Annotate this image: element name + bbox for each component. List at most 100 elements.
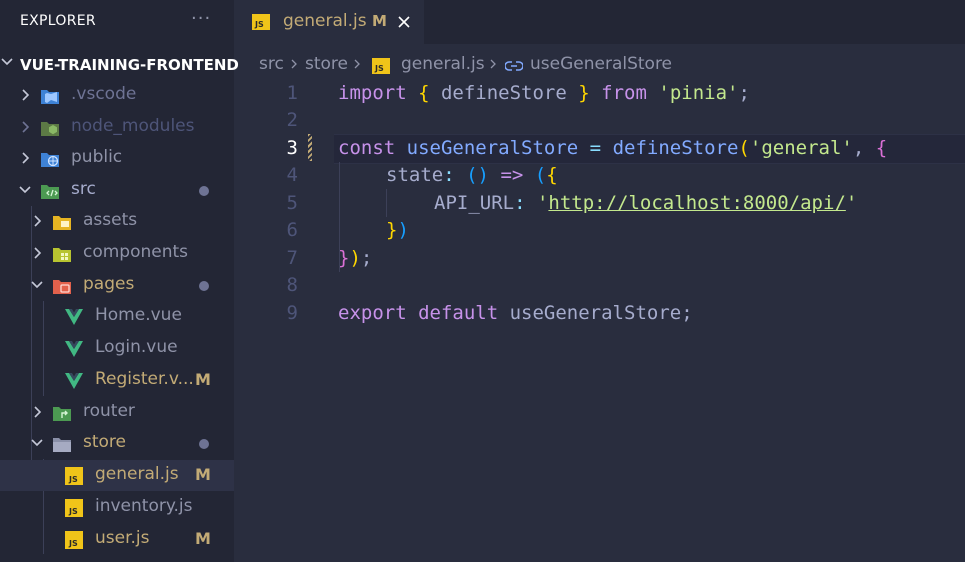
chevron-down-icon: [31, 281, 43, 289]
code-line[interactable]: }): [386, 219, 409, 241]
modified-badge: M: [372, 12, 387, 30]
chevron-down-icon: [19, 186, 31, 194]
line-number: 4: [286, 164, 298, 186]
tree-item-vscode[interactable]: .vscode: [0, 80, 234, 111]
tree-item-label: src: [71, 179, 96, 199]
tree-item-label: Login.vue: [95, 337, 178, 357]
breadcrumb-item-src[interactable]: src: [259, 54, 284, 74]
tree-item-label: router: [83, 401, 135, 421]
line-number: 6: [286, 219, 298, 241]
indent-guide: [386, 189, 387, 217]
chevron-right-icon: [22, 121, 30, 133]
tree-item-general-js[interactable]: JS general.js M: [0, 460, 234, 491]
editor-tab-bar: JS general.js M: [234, 0, 965, 44]
line-number: 3: [286, 137, 298, 159]
close-icon[interactable]: [396, 14, 412, 30]
tree-item-label: pages: [83, 274, 135, 294]
code-line[interactable]: const useGeneralStore = defineStore('gen…: [338, 137, 887, 159]
tree-item-label: assets: [83, 210, 138, 230]
tree-item-label: user.js: [95, 528, 150, 548]
tree-item-login-vue[interactable]: Login.vue: [0, 333, 234, 364]
git-modified-gutter-mark: [308, 134, 312, 161]
chevron-right-icon: [291, 59, 297, 69]
vue-icon: [65, 309, 83, 325]
chevron-right-icon: [490, 59, 496, 69]
tree-item-label: Home.vue: [95, 305, 182, 325]
code-line[interactable]: import { defineStore } from 'pinia';: [338, 82, 750, 104]
breadcrumb-item-store[interactable]: store: [305, 54, 348, 74]
code-line[interactable]: export default useGeneralStore;: [338, 302, 693, 324]
modified-dot-indicator: [199, 186, 209, 196]
vue-icon: [65, 341, 83, 357]
modified-dot-indicator: [199, 281, 209, 291]
tree-item-home-vue[interactable]: Home.vue: [0, 301, 234, 332]
js-icon: JS: [65, 499, 83, 517]
svg-text:JS: JS: [374, 64, 384, 73]
tree-item-node-modules[interactable]: node_modules: [0, 112, 234, 143]
code-editor[interactable]: 1 2 3 4 5 6 7 8 9 import { defineStore }…: [234, 79, 965, 562]
breadcrumb: src store JS general.js useGeneralStore: [234, 52, 965, 78]
components-folder-icon: [53, 248, 71, 262]
tree-item-label: node_modules: [71, 116, 195, 136]
url-link[interactable]: http://localhost:8000/api/: [548, 192, 845, 214]
store-folder-icon: [53, 438, 71, 452]
tree-item-components[interactable]: components: [0, 238, 234, 269]
tree-item-label: .vscode: [71, 84, 137, 104]
js-icon: JS: [372, 58, 390, 74]
chevron-right-icon: [22, 89, 30, 101]
code-line[interactable]: });: [338, 247, 372, 269]
modified-badge: M: [195, 529, 211, 548]
chevron-down-icon: [1, 58, 13, 66]
tree-item-src[interactable]: src: [0, 175, 234, 206]
src-folder-icon: [41, 185, 59, 199]
public-folder-icon: [41, 153, 59, 167]
chevron-right-icon: [354, 59, 360, 69]
explorer-header: EXPLORER ···: [0, 0, 234, 44]
code-line[interactable]: API_URL: 'http://localhost:8000/api/': [434, 192, 857, 214]
tree-item-label: components: [83, 242, 189, 262]
line-number: 1: [286, 82, 298, 104]
chevron-right-icon: [34, 406, 42, 418]
modified-badge: M: [195, 465, 211, 484]
svg-text:JS: JS: [68, 539, 78, 548]
line-number: 2: [286, 109, 298, 131]
router-folder-icon: [53, 407, 71, 421]
explorer-sidebar: EXPLORER ··· VUE-TRAINING-FRONTEND .vsco…: [0, 0, 239, 562]
tree-item-label: public: [71, 147, 123, 167]
modified-dot-indicator: [199, 439, 209, 449]
explorer-title: EXPLORER: [20, 13, 96, 29]
modified-badge: M: [195, 370, 211, 389]
tree-item-assets[interactable]: assets: [0, 206, 234, 237]
symbol-reference-icon: [505, 61, 523, 71]
tree-item-label: inventory.js: [95, 496, 193, 516]
more-actions-icon[interactable]: ···: [191, 8, 211, 29]
js-icon: JS: [65, 531, 83, 549]
chevron-down-icon: [31, 439, 43, 447]
line-number: 9: [286, 302, 298, 324]
tree-item-register-vue[interactable]: Register.v... M: [0, 365, 234, 396]
tree-item-store[interactable]: store: [0, 428, 234, 459]
vue-icon: [65, 373, 83, 389]
vscode-folder-icon: [41, 90, 59, 104]
tree-item-public[interactable]: public: [0, 143, 234, 174]
tree-item-pages[interactable]: pages: [0, 270, 234, 301]
workspace-root-label: VUE-TRAINING-FRONTEND: [20, 56, 239, 74]
workspace-root-folder[interactable]: VUE-TRAINING-FRONTEND: [0, 52, 239, 78]
js-icon: JS: [65, 467, 83, 485]
tree-item-label: Register.v...: [95, 369, 194, 389]
assets-folder-icon: [53, 216, 71, 230]
line-number: 5: [286, 192, 298, 214]
tree-item-router[interactable]: router: [0, 397, 234, 428]
svg-text:JS: JS: [254, 20, 264, 29]
pages-folder-icon: [53, 280, 71, 294]
node-folder-icon: [41, 122, 59, 136]
js-icon: JS: [252, 14, 270, 30]
tree-item-user-js[interactable]: JS user.js M: [0, 524, 234, 555]
chevron-right-icon: [34, 215, 42, 227]
tree-item-inventory-js[interactable]: JS inventory.js: [0, 492, 234, 523]
tab-general-js[interactable]: JS general.js M: [234, 0, 424, 44]
breadcrumb-item-file[interactable]: general.js: [401, 54, 485, 74]
code-line[interactable]: state: () => ({: [386, 164, 558, 186]
breadcrumb-item-symbol[interactable]: useGeneralStore: [530, 54, 672, 74]
svg-text:JS: JS: [68, 475, 78, 484]
